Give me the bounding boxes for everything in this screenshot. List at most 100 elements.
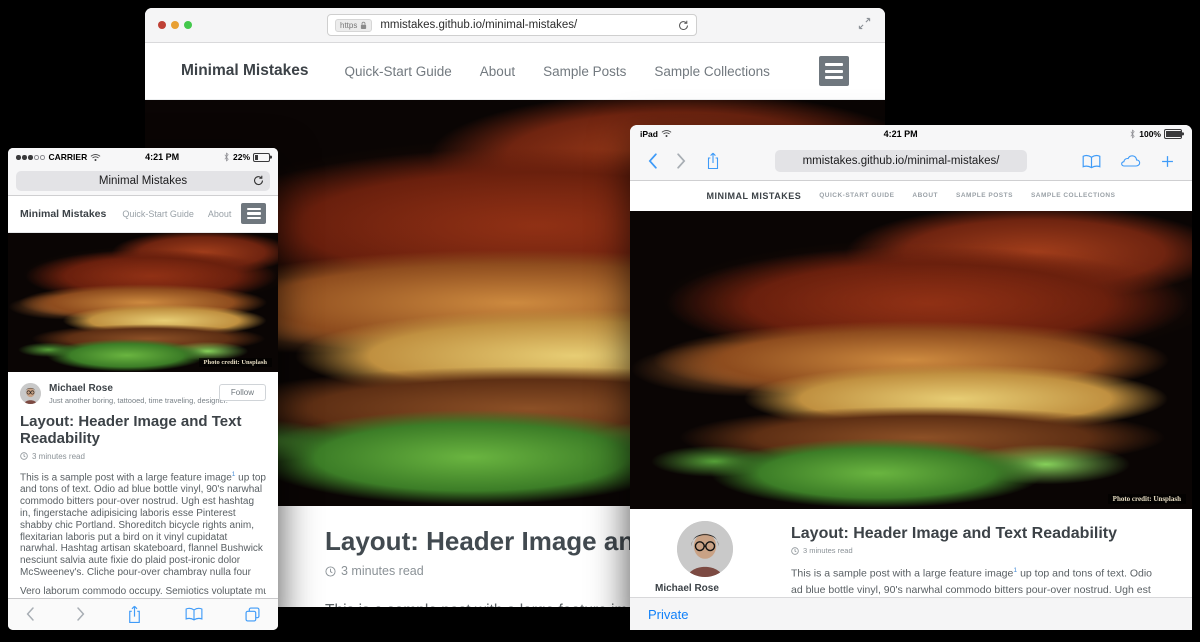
read-time: 3 minutes read bbox=[803, 546, 853, 555]
paragraph-text: This is a sample post with a large featu… bbox=[20, 472, 232, 483]
forward-button[interactable] bbox=[77, 607, 85, 621]
back-button[interactable] bbox=[648, 153, 657, 169]
site-nav: Quick-Start Guide About Sample Posts Sam… bbox=[345, 64, 770, 79]
device-label: iPad bbox=[640, 129, 658, 139]
site-masthead: Minimal Mistakes Quick-Start Guide About… bbox=[630, 181, 1192, 211]
address-field[interactable]: mmistakes.github.io/minimal-mistakes/ bbox=[775, 150, 1027, 172]
nav-link-sample-posts[interactable]: Sample Posts bbox=[543, 64, 626, 79]
paragraph-text: up top and tons of text. Odio ad blue bo… bbox=[20, 472, 266, 576]
browser-chrome-bar: https mmistakes.github.io/minimal-mistak… bbox=[145, 8, 885, 43]
lock-icon bbox=[360, 21, 367, 30]
chevron-left-icon bbox=[648, 153, 657, 169]
share-icon bbox=[706, 152, 720, 170]
author-name: Michael Rose bbox=[49, 383, 228, 394]
nav-link-sample-posts[interactable]: Sample Posts bbox=[956, 192, 1013, 199]
menu-toggle-button[interactable] bbox=[819, 56, 849, 86]
nav-link-about[interactable]: About bbox=[208, 209, 232, 219]
nav-link-quick-start[interactable]: Quick-Start Guide bbox=[345, 64, 452, 79]
site-title-link[interactable]: Minimal Mistakes bbox=[20, 208, 106, 220]
author-bio: Just another boring, tattooed, time trav… bbox=[49, 396, 228, 405]
site-title-link[interactable]: Minimal Mistakes bbox=[181, 62, 309, 80]
https-label: https bbox=[340, 21, 357, 30]
bookmarks-button[interactable] bbox=[1082, 154, 1101, 169]
nav-link-sample-collections[interactable]: Sample Collections bbox=[654, 64, 770, 79]
zoom-window-button[interactable] bbox=[184, 21, 192, 29]
chevron-right-icon bbox=[77, 607, 85, 621]
ipad-safari-window: iPad 4:21 PM 100% mmistakes.github.io/mi… bbox=[630, 125, 1192, 630]
nav-link-quick-start[interactable]: Quick-Start Guide bbox=[122, 209, 194, 219]
post-paragraph: This is a sample post with a large featu… bbox=[791, 563, 1164, 597]
https-badge: https bbox=[335, 19, 372, 32]
photo-credit: Photo credit: Unsplash bbox=[1108, 494, 1186, 504]
follow-button[interactable]: Follow bbox=[219, 384, 266, 401]
fullscreen-button[interactable] bbox=[858, 17, 871, 30]
private-button[interactable]: Private bbox=[648, 607, 688, 622]
article-body: This is a sample post with a large featu… bbox=[8, 461, 278, 598]
reload-button[interactable] bbox=[678, 20, 689, 31]
status-time: 4:21 PM bbox=[672, 129, 1129, 139]
nav-link-about[interactable]: About bbox=[912, 192, 938, 199]
safari-toolbar: mmistakes.github.io/minimal-mistakes/ bbox=[630, 143, 1192, 181]
read-time: 3 minutes read bbox=[32, 452, 85, 461]
new-tab-button[interactable] bbox=[1161, 155, 1174, 168]
site-masthead: Minimal Mistakes Quick-Start Guide About… bbox=[145, 43, 885, 100]
post-title: Layout: Header Image and Text Readabilit… bbox=[8, 409, 278, 448]
nav-link-sample-collections[interactable]: Sample Collections bbox=[1031, 192, 1115, 199]
paragraph-text: This is a sample post with a large featu… bbox=[325, 602, 653, 607]
author-block: Michael Rose Just another boring, tattoo… bbox=[8, 372, 278, 409]
chevron-right-icon bbox=[677, 153, 686, 169]
clock-icon bbox=[791, 547, 799, 555]
photo-credit: Photo credit: Unsplash bbox=[199, 358, 272, 367]
iphone-url-bar: Minimal Mistakes bbox=[8, 167, 278, 196]
wifi-icon bbox=[661, 129, 672, 138]
close-window-button[interactable] bbox=[158, 21, 166, 29]
site-masthead: Minimal Mistakes Quick-Start Guide About bbox=[8, 196, 278, 233]
feature-image: Photo credit: Unsplash bbox=[8, 233, 278, 373]
book-icon bbox=[1082, 154, 1101, 169]
address-field[interactable]: Minimal Mistakes bbox=[16, 171, 270, 191]
paragraph-text: This is a sample post with a large featu… bbox=[791, 568, 1013, 580]
share-icon bbox=[127, 605, 142, 624]
site-title-link[interactable]: Minimal Mistakes bbox=[707, 191, 802, 201]
icloud-tabs-button[interactable] bbox=[1121, 154, 1141, 168]
expand-arrows-icon bbox=[858, 17, 871, 30]
bluetooth-icon bbox=[1129, 129, 1136, 139]
cloud-icon bbox=[1121, 154, 1141, 168]
plus-icon bbox=[1161, 155, 1174, 168]
iphone-safari-window: CARRIER 4:21 PM 22% Minimal Mistakes Min… bbox=[8, 148, 278, 630]
menu-toggle-button[interactable] bbox=[241, 203, 266, 224]
window-controls bbox=[158, 21, 192, 29]
article: Layout: Header Image and Text Readabilit… bbox=[767, 509, 1192, 597]
page-title: Minimal Mistakes bbox=[99, 175, 187, 187]
tabs-icon bbox=[245, 607, 260, 622]
battery-percent: 22% bbox=[233, 152, 250, 162]
url-text: mmistakes.github.io/minimal-mistakes/ bbox=[380, 19, 577, 31]
forward-button[interactable] bbox=[677, 153, 686, 169]
author-sidebar: Michael Rose Just another boring, tattoo… bbox=[655, 509, 767, 597]
post-paragraph: This is a sample post with a large featu… bbox=[20, 469, 266, 576]
clock-icon bbox=[20, 452, 28, 460]
nav-link-quick-start[interactable]: Quick-Start Guide bbox=[819, 192, 894, 199]
bookmarks-button[interactable] bbox=[185, 607, 203, 621]
author-name: Michael Rose bbox=[655, 583, 767, 594]
composite-canvas: https mmistakes.github.io/minimal-mistak… bbox=[0, 0, 1200, 642]
signal-strength-icon bbox=[16, 155, 45, 160]
back-button[interactable] bbox=[26, 607, 34, 621]
status-time: 4:21 PM bbox=[101, 152, 223, 162]
address-bar[interactable]: https mmistakes.github.io/minimal-mistak… bbox=[327, 14, 697, 36]
avatar bbox=[20, 383, 41, 404]
clock-icon bbox=[325, 566, 336, 577]
share-button[interactable] bbox=[127, 605, 142, 624]
minimize-window-button[interactable] bbox=[171, 21, 179, 29]
status-right-cluster: 22% bbox=[223, 152, 270, 162]
iphone-status-bar: CARRIER 4:21 PM 22% bbox=[8, 148, 278, 167]
reload-button[interactable] bbox=[253, 175, 264, 186]
author-text: Michael Rose Just another boring, tattoo… bbox=[49, 383, 228, 405]
article-layout: Michael Rose Just another boring, tattoo… bbox=[630, 509, 1192, 597]
post-title: Layout: Header Image and Text Readabilit… bbox=[791, 525, 1164, 543]
nav-link-about[interactable]: About bbox=[480, 64, 515, 79]
share-button[interactable] bbox=[706, 152, 720, 170]
tabs-button[interactable] bbox=[245, 607, 260, 622]
wifi-icon bbox=[90, 153, 101, 162]
battery-icon bbox=[1164, 129, 1182, 139]
